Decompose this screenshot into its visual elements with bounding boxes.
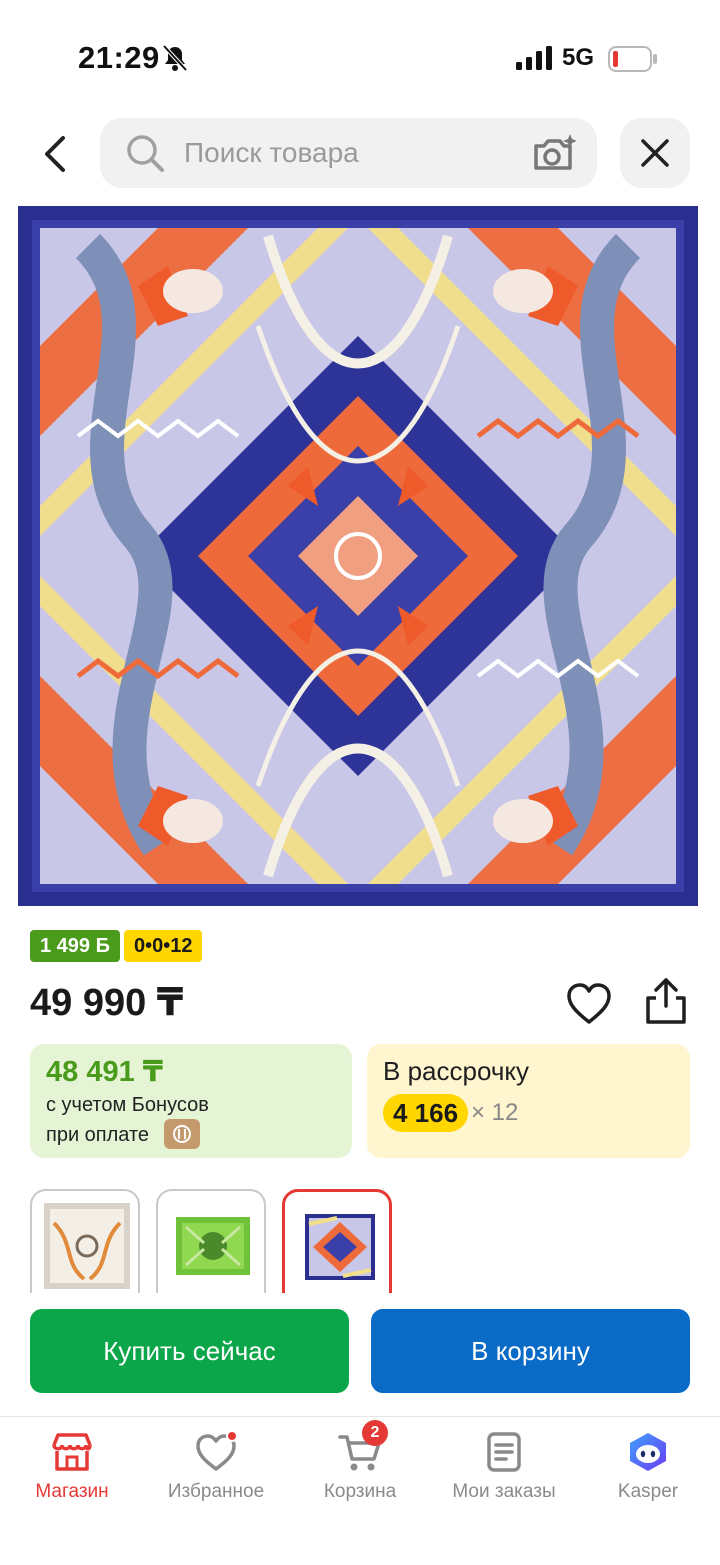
variant-image (176, 1217, 250, 1275)
installment-card[interactable]: В рассрочку 4 166 × 12 (367, 1044, 690, 1158)
bonus-price-card[interactable]: 48 491 ₸ с учетом Бонусов при оплате (30, 1044, 352, 1158)
kasper-icon (630, 1433, 666, 1471)
nav-item-orders[interactable]: Мои заказы (432, 1417, 576, 1527)
installment-months: × 12 (471, 1099, 519, 1126)
chevron-left-icon (45, 136, 65, 172)
product-price: 49 990 ₸ (30, 982, 184, 1024)
add-to-cart-button[interactable]: В корзину (371, 1309, 690, 1393)
variant-image (305, 1214, 375, 1280)
bonus-caption-line2: при оплате (46, 1124, 150, 1146)
nav-label-orders: Мои заказы (452, 1481, 556, 1502)
kaspi-pay-icon (164, 1119, 200, 1149)
installment-title: В рассрочку (383, 1056, 530, 1086)
bell-off-icon (162, 44, 188, 72)
installment-badge: 0•0•12 (123, 930, 203, 962)
search-box[interactable] (100, 118, 597, 188)
variant-thumb-green[interactable] (156, 1189, 266, 1293)
product-image[interactable] (18, 206, 698, 906)
nav-item-cart[interactable]: Корзина (288, 1417, 432, 1527)
network-label: 5G (562, 44, 595, 71)
nav-item-kasper[interactable]: Kasper (576, 1417, 720, 1527)
status-time: 21:29 (78, 40, 160, 75)
nav-label-favorites: Избранное (167, 1481, 265, 1502)
bonus-caption-line1: с учетом Бонусов (46, 1094, 209, 1116)
close-icon (641, 139, 669, 167)
favorites-notification-dot (226, 1430, 238, 1442)
variant-thumb-blue[interactable] (282, 1189, 392, 1293)
status-bar: 21:29 5G (0, 0, 720, 118)
variant-thumbnails (30, 1189, 720, 1293)
nav-item-favorites[interactable]: Избранное (144, 1417, 288, 1527)
buy-now-button[interactable]: Купить сейчас (30, 1309, 349, 1393)
orders-icon (487, 1432, 521, 1472)
camera-search-icon[interactable] (530, 132, 576, 174)
nav-label-cart: Корзина (323, 1481, 397, 1502)
nav-item-shop[interactable]: Магазин (0, 1417, 144, 1527)
battery-icon (608, 46, 657, 72)
shop-icon (52, 1433, 92, 1471)
share-icon[interactable] (642, 976, 690, 1026)
back-button[interactable] (28, 128, 80, 180)
variant-thumb-beige[interactable] (30, 1189, 140, 1293)
nav-label-shop: Магазин (35, 1481, 109, 1502)
search-input[interactable] (184, 118, 514, 188)
signal-icon (516, 46, 552, 70)
heart-icon[interactable] (565, 980, 613, 1028)
cart-count-badge: 2 (362, 1420, 388, 1446)
nav-label-kasper: Kasper (617, 1481, 679, 1502)
variant-image (44, 1203, 130, 1289)
installment-amount: 4 166 (383, 1094, 469, 1132)
bottom-nav: Магазин Избранное Корзина Мои заказы Kas… (0, 1416, 720, 1565)
close-button[interactable] (620, 118, 690, 188)
search-icon (127, 135, 164, 172)
bonus-price: 48 491 ₸ (46, 1056, 163, 1088)
header (0, 118, 720, 198)
bonus-badge: 1 499 Б (30, 930, 120, 962)
promo-badges: 1 499 Б 0•0•12 (30, 930, 203, 962)
